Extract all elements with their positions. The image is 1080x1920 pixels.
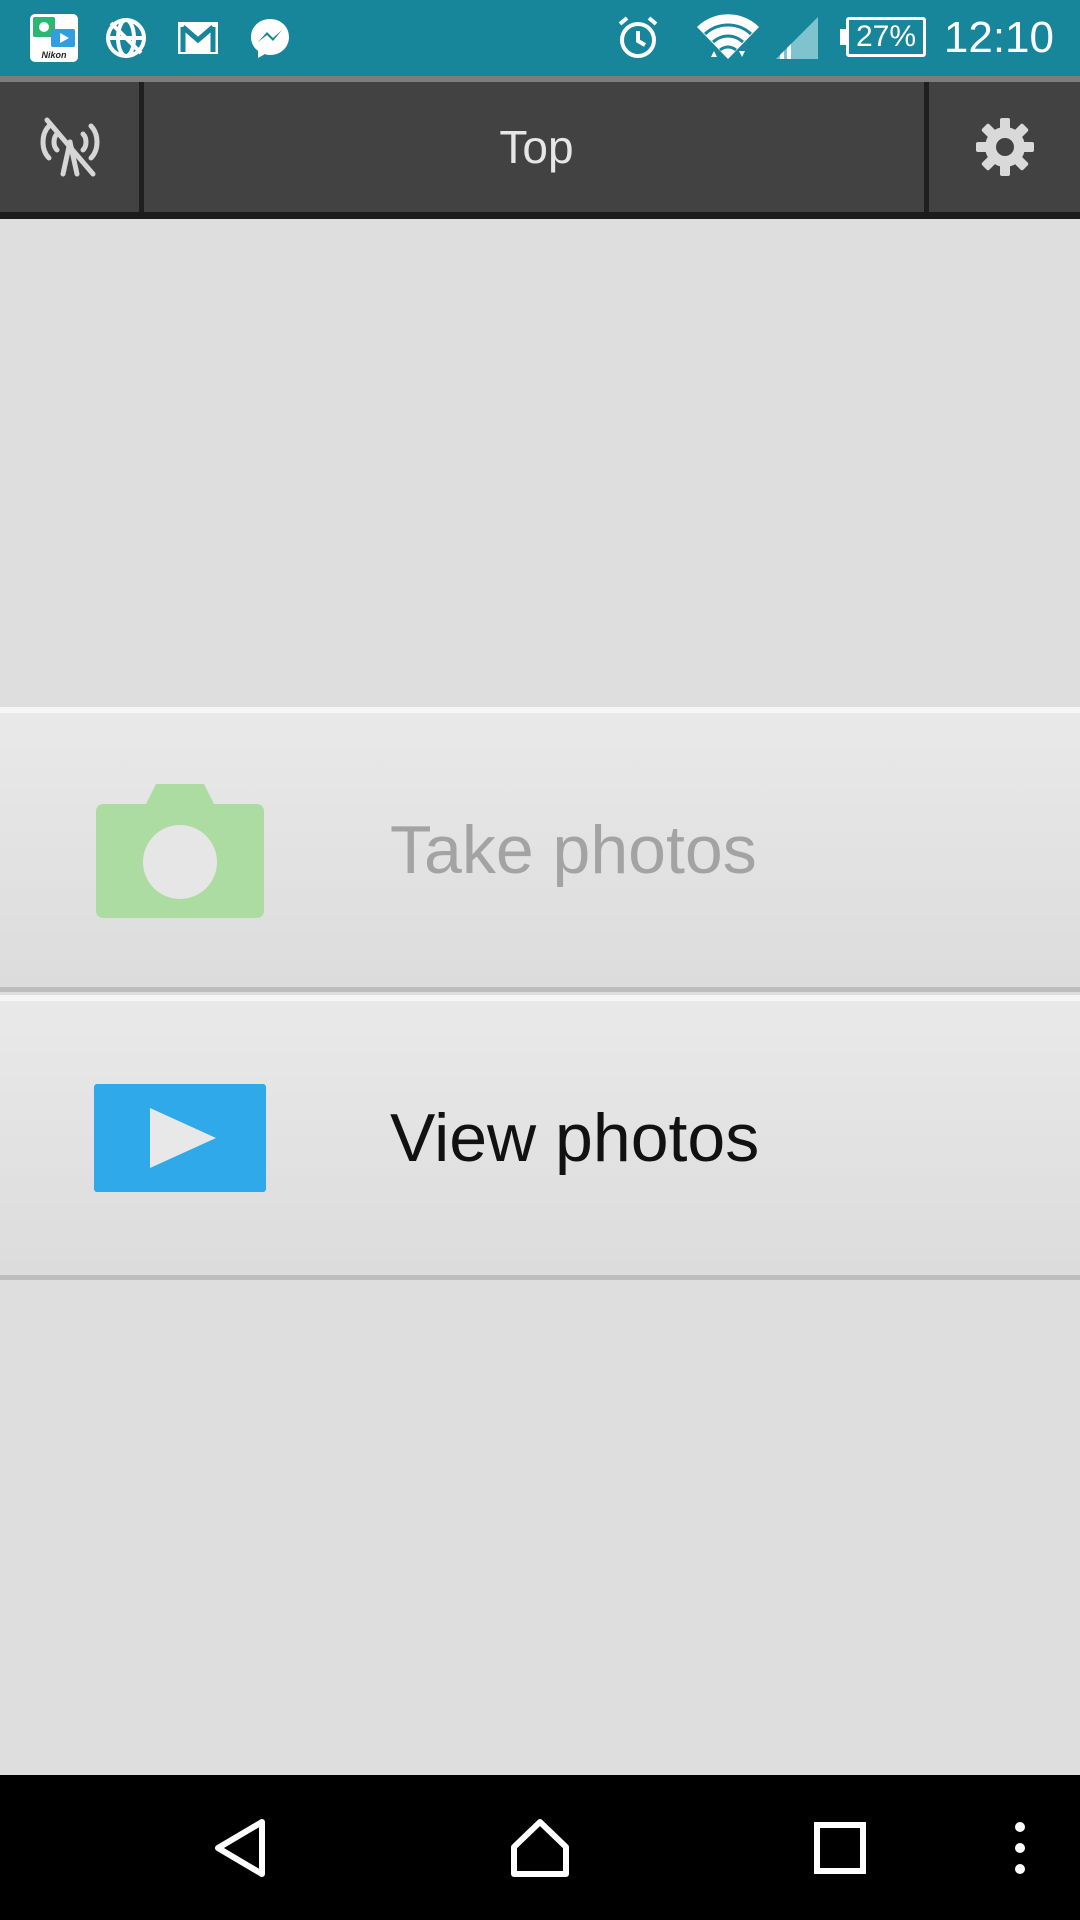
main-content: Take photos View photos — [0, 219, 1080, 1775]
wireless-off-icon — [40, 117, 99, 177]
status-time: 12:10 — [943, 13, 1054, 62]
take-photos-button[interactable]: Take photos — [0, 707, 1080, 992]
view-photos-button[interactable]: View photos — [0, 995, 1080, 1280]
battery-indicator: 27% — [840, 17, 926, 57]
vpn-globe-icon — [100, 12, 152, 64]
alarm-icon — [612, 12, 664, 64]
action-bar-divider — [0, 212, 1080, 219]
wireless-off-button[interactable] — [0, 82, 144, 212]
action-bar: Top — [0, 82, 1080, 212]
view-photos-label: View photos — [390, 1100, 760, 1176]
svg-text:Nikon: Nikon — [41, 50, 67, 60]
gear-icon — [975, 118, 1034, 176]
back-icon — [215, 1818, 265, 1877]
recents-icon — [814, 1821, 866, 1874]
gmail-icon — [172, 12, 224, 64]
page-title: Top — [499, 121, 574, 173]
status-bar: Nikon 27% 12:10 — [0, 0, 1080, 76]
take-photos-label: Take photos — [390, 812, 757, 888]
recents-button[interactable] — [790, 1775, 890, 1920]
back-button[interactable] — [190, 1775, 290, 1920]
camera-icon — [94, 713, 266, 987]
home-button[interactable] — [490, 1775, 590, 1920]
wifi-icon — [696, 12, 760, 64]
overflow-menu-button[interactable] — [1000, 1775, 1040, 1920]
signal-icon — [774, 12, 820, 64]
settings-button[interactable] — [924, 82, 1080, 212]
play-icon — [94, 1001, 266, 1275]
nikon-app-icon: Nikon — [28, 12, 80, 64]
navigation-bar — [0, 1775, 1080, 1920]
overflow-menu-icon — [1015, 1821, 1025, 1874]
messenger-icon — [244, 12, 296, 64]
home-icon — [511, 1818, 569, 1877]
